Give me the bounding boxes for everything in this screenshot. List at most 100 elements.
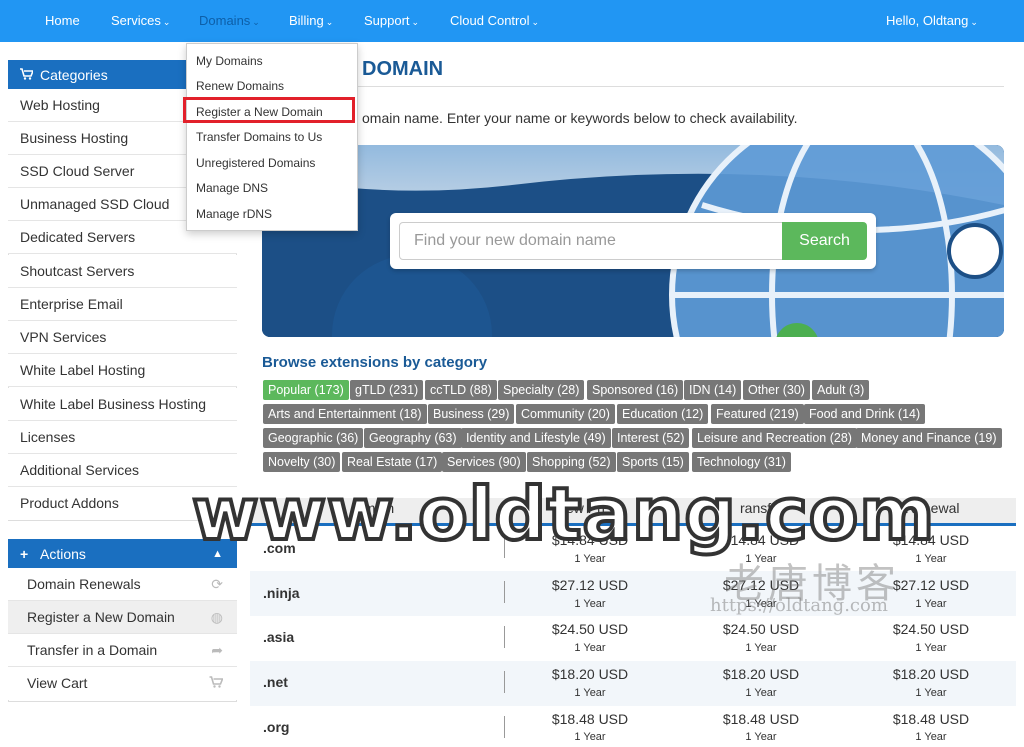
tag-technology[interactable]: Technology (31): [692, 452, 791, 472]
tag-interest[interactable]: Interest (52): [612, 428, 690, 448]
nav-home[interactable]: Home: [45, 0, 80, 42]
page-title: DOMAIN: [362, 58, 444, 80]
register-period: 1 Year: [574, 731, 606, 743]
action-view-cart[interactable]: View Cart: [8, 667, 237, 700]
watermark-text: www.oldtang.com: [190, 470, 936, 558]
title-divider: [262, 86, 1004, 87]
transfer-period: 1 Year: [745, 642, 777, 654]
renewal-period: 1 Year: [915, 687, 947, 699]
nav-billing-label: Billing: [289, 13, 324, 28]
user-menu[interactable]: Hello, Oldtang ⌄: [886, 0, 978, 42]
menu-item-unregistered-domains[interactable]: Unregistered Domains: [196, 156, 315, 170]
categories-title: Categories: [40, 67, 108, 83]
tag-adult[interactable]: Adult (3): [812, 380, 870, 400]
action-label: Domain Renewals: [27, 576, 141, 592]
transfer-price: $18.20 USD: [722, 666, 800, 682]
tag-education[interactable]: Education (12): [617, 404, 709, 424]
tag-money-finance[interactable]: Money and Finance (19): [856, 428, 1002, 448]
register-period: 1 Year: [574, 687, 606, 699]
cart-icon: [209, 667, 224, 700]
transfer-price: $24.50 USD: [722, 621, 800, 637]
register-period: 1 Year: [574, 598, 606, 610]
search-button[interactable]: Search: [782, 222, 867, 260]
tag-arts-entertainment[interactable]: Arts and Entertainment (18): [263, 404, 427, 424]
tag-geographic[interactable]: Geographic (36): [263, 428, 364, 448]
category-licenses[interactable]: Licenses: [8, 421, 237, 454]
nav-domains-label: Domains: [199, 13, 251, 28]
tag-sports[interactable]: Sports (15): [617, 452, 689, 472]
action-label: View Cart: [27, 675, 88, 691]
plus-icon: +: [20, 546, 29, 562]
globe-icon: ◍: [210, 609, 223, 625]
tld-name: .ninja: [263, 585, 300, 601]
highlight-box: [183, 97, 355, 123]
tag-other[interactable]: Other (30): [743, 380, 810, 400]
tag-geography[interactable]: Geography (63): [364, 428, 462, 448]
nav-cloud-control[interactable]: Cloud Control ⌄: [450, 0, 539, 42]
column-divider: [504, 581, 505, 603]
tag-business[interactable]: Business (29): [428, 404, 515, 424]
menu-item-renew-domains[interactable]: Renew Domains: [196, 79, 284, 93]
menu-item-manage-dns[interactable]: Manage DNS: [196, 181, 268, 195]
menu-item-manage-rdns[interactable]: Manage rDNS: [196, 207, 272, 221]
tag-shopping[interactable]: Shopping (52): [527, 452, 616, 472]
tld-name: .org: [263, 719, 290, 735]
category-white-label-business-hosting[interactable]: White Label Business Hosting: [8, 388, 237, 421]
tag-popular[interactable]: Popular (173): [263, 380, 349, 400]
category-enterprise-email[interactable]: Enterprise Email: [8, 288, 237, 321]
action-label: Transfer in a Domain: [27, 642, 158, 658]
tag-leisure-recreation[interactable]: Leisure and Recreation (28): [692, 428, 857, 448]
action-register-new-domain[interactable]: Register a New Domain ◍: [8, 601, 237, 634]
chevron-down-icon: ⌄: [531, 17, 540, 27]
nav-cloud-control-label: Cloud Control: [450, 13, 530, 28]
action-domain-renewals[interactable]: Domain Renewals ⟳: [8, 568, 237, 601]
nav-support-label: Support: [364, 13, 410, 28]
menu-item-my-domains[interactable]: My Domains: [196, 54, 263, 68]
menu-item-transfer-domains[interactable]: Transfer Domains to Us: [196, 130, 322, 144]
tag-gtld[interactable]: gTLD (231): [350, 380, 424, 400]
chevron-down-icon: ⌄: [411, 17, 420, 27]
share-icon: ➦: [211, 642, 223, 658]
nav-support[interactable]: Support ⌄: [364, 0, 419, 42]
category-shoutcast-servers[interactable]: Shoutcast Servers: [8, 255, 237, 288]
category-white-label-hosting[interactable]: White Label Hosting: [8, 354, 237, 387]
tld-name: .asia: [263, 629, 295, 645]
actions-title: Actions: [40, 546, 86, 562]
renewal-price: $18.48 USD: [892, 711, 970, 727]
tag-sponsored[interactable]: Sponsored (16): [587, 380, 684, 400]
register-period: 1 Year: [574, 642, 606, 654]
action-transfer-domain[interactable]: Transfer in a Domain ➦: [8, 634, 237, 667]
top-nav: Home Services ⌄ Domains ⌄ Billing ⌄ Support…: [0, 0, 1024, 42]
nav-domains[interactable]: Domains ⌄: [199, 0, 260, 42]
transfer-price: $18.48 USD: [722, 711, 800, 727]
category-vpn-services[interactable]: VPN Services: [8, 321, 237, 354]
intro-text: omain name. Enter your name or keywords …: [362, 110, 798, 126]
tag-idn[interactable]: IDN (14): [684, 380, 742, 400]
cart-icon: [20, 60, 35, 90]
column-divider: [504, 626, 505, 648]
register-price: $18.48 USD: [551, 711, 629, 727]
tag-real-estate[interactable]: Real Estate (17): [342, 452, 443, 472]
tag-community[interactable]: Community (20): [516, 404, 615, 424]
tag-identity-lifestyle[interactable]: Identity and Lifestyle (49): [461, 428, 611, 448]
tag-specialty[interactable]: Specialty (28): [498, 380, 585, 400]
tag-featured[interactable]: Featured (219): [711, 404, 804, 424]
chevron-down-icon: ⌄: [252, 17, 260, 27]
chevron-down-icon: ⌄: [325, 17, 334, 27]
tag-food-drink[interactable]: Food and Drink (14): [804, 404, 926, 424]
user-greeting: Hello, Oldtang: [886, 13, 969, 28]
transfer-period: 1 Year: [745, 731, 777, 743]
nav-billing[interactable]: Billing ⌄: [289, 0, 333, 42]
register-price: $18.20 USD: [551, 666, 629, 682]
renewal-price: $18.20 USD: [892, 666, 970, 682]
tag-services[interactable]: Services (90): [442, 452, 526, 472]
column-divider: [504, 671, 505, 693]
action-label: Register a New Domain: [27, 609, 175, 625]
tag-cctld[interactable]: ccTLD (88): [425, 380, 497, 400]
tag-novelty[interactable]: Novelty (30): [263, 452, 341, 472]
nav-services[interactable]: Services ⌄: [111, 0, 170, 42]
renewal-period: 1 Year: [915, 731, 947, 743]
nav-services-label: Services: [111, 13, 161, 28]
domain-search-input[interactable]: [399, 222, 783, 260]
register-price: $24.50 USD: [551, 621, 629, 637]
